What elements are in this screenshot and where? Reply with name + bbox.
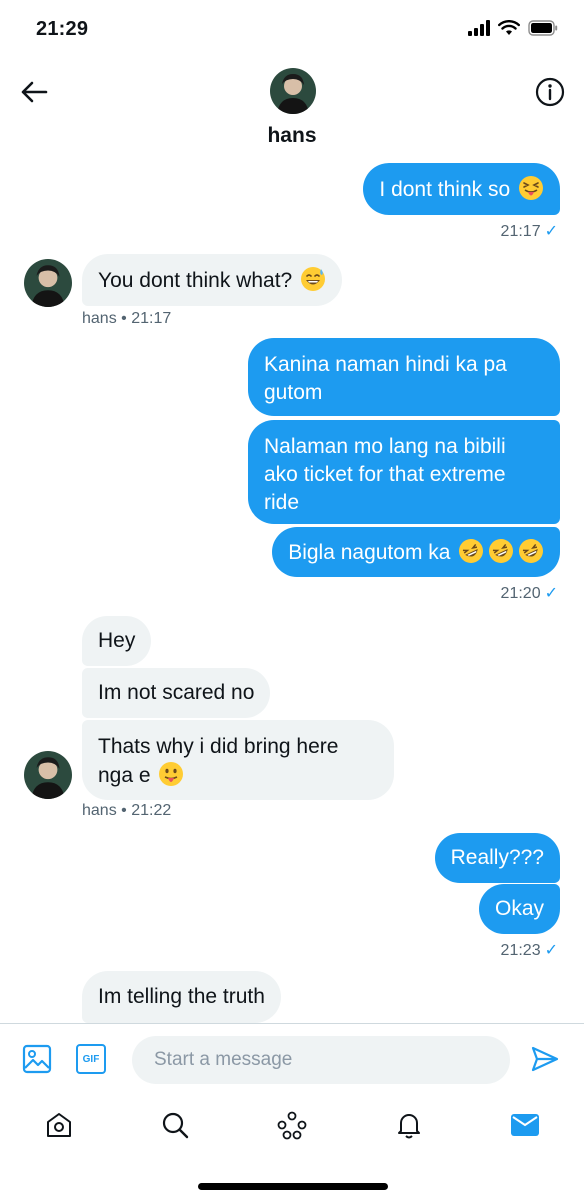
bell-icon (398, 1114, 420, 1139)
info-button[interactable] (532, 74, 568, 110)
message-incoming[interactable]: Thats why i did bring here nga e (82, 720, 394, 800)
arrow-left-icon (21, 81, 48, 103)
check-icon: ✓ (544, 585, 558, 602)
spaces-icon (277, 1111, 307, 1140)
check-icon: ✓ (544, 223, 558, 240)
message-incoming[interactable]: Hey (82, 616, 152, 666)
message-input[interactable] (132, 1036, 510, 1084)
squinting-tongue-emoji-icon (519, 176, 543, 200)
status-bar: 21:29 (0, 0, 584, 60)
check-icon: ✓ (544, 942, 558, 959)
message-composer: GIF (0, 1023, 584, 1095)
tongue-out-emoji-icon (159, 762, 184, 786)
status-time: 21:29 (36, 18, 89, 40)
message-meta: hans • 21:17 (82, 310, 172, 327)
contact-avatar[interactable] (270, 68, 316, 114)
search-icon (162, 1112, 189, 1139)
battery-icon (528, 20, 558, 36)
message-outgoing[interactable]: Bigla nagutom ka (272, 527, 560, 577)
tab-search[interactable] (150, 1105, 200, 1145)
tab-home[interactable] (34, 1105, 84, 1145)
home-icon (47, 1113, 71, 1137)
message-outgoing[interactable]: I dont think so (363, 163, 560, 215)
message-incoming[interactable]: Im not scared no (82, 668, 271, 718)
back-button[interactable] (16, 74, 52, 110)
home-indicator[interactable] (198, 1183, 388, 1190)
media-button[interactable] (20, 1042, 54, 1076)
rofl-emoji-icon (459, 539, 484, 563)
message-incoming[interactable]: Im telling the truth (82, 971, 281, 1023)
tab-notifications[interactable] (384, 1105, 434, 1145)
signal-icon (468, 20, 490, 36)
send-icon (531, 1046, 559, 1072)
message-outgoing[interactable]: Okay (478, 884, 560, 934)
image-icon (22, 1044, 52, 1074)
message-timestamp: 21:20 ✓ (500, 585, 558, 602)
gif-icon: GIF (76, 1044, 106, 1074)
send-button[interactable] (528, 1042, 562, 1076)
tab-bar (0, 1095, 584, 1200)
contact-name[interactable]: hans (0, 124, 584, 148)
message-outgoing[interactable]: Really??? (434, 833, 560, 883)
message-outgoing[interactable]: Nalaman mo lang na bibili ako ticket for… (248, 420, 560, 524)
message-incoming[interactable]: You dont think what? (82, 254, 343, 306)
conversation-header: hans (0, 60, 584, 156)
envelope-icon (511, 1114, 539, 1136)
tab-spaces[interactable] (267, 1105, 317, 1145)
status-icons (468, 20, 558, 36)
message-timestamp: 21:17 ✓ (500, 223, 558, 240)
rofl-emoji-icon (519, 539, 543, 563)
wifi-icon (498, 20, 520, 35)
grinning-sweat-emoji-icon (301, 267, 326, 291)
message-meta: hans • 21:22 (82, 802, 172, 819)
sender-avatar[interactable] (24, 751, 72, 799)
sender-avatar[interactable] (24, 259, 72, 307)
gif-button[interactable]: GIF (74, 1042, 108, 1076)
rofl-emoji-icon (489, 539, 514, 563)
message-timestamp: 21:23 ✓ (500, 942, 558, 959)
message-outgoing[interactable]: Kanina naman hindi ka pa gutom (248, 338, 560, 416)
tab-messages[interactable] (500, 1105, 550, 1145)
info-icon (535, 77, 565, 107)
